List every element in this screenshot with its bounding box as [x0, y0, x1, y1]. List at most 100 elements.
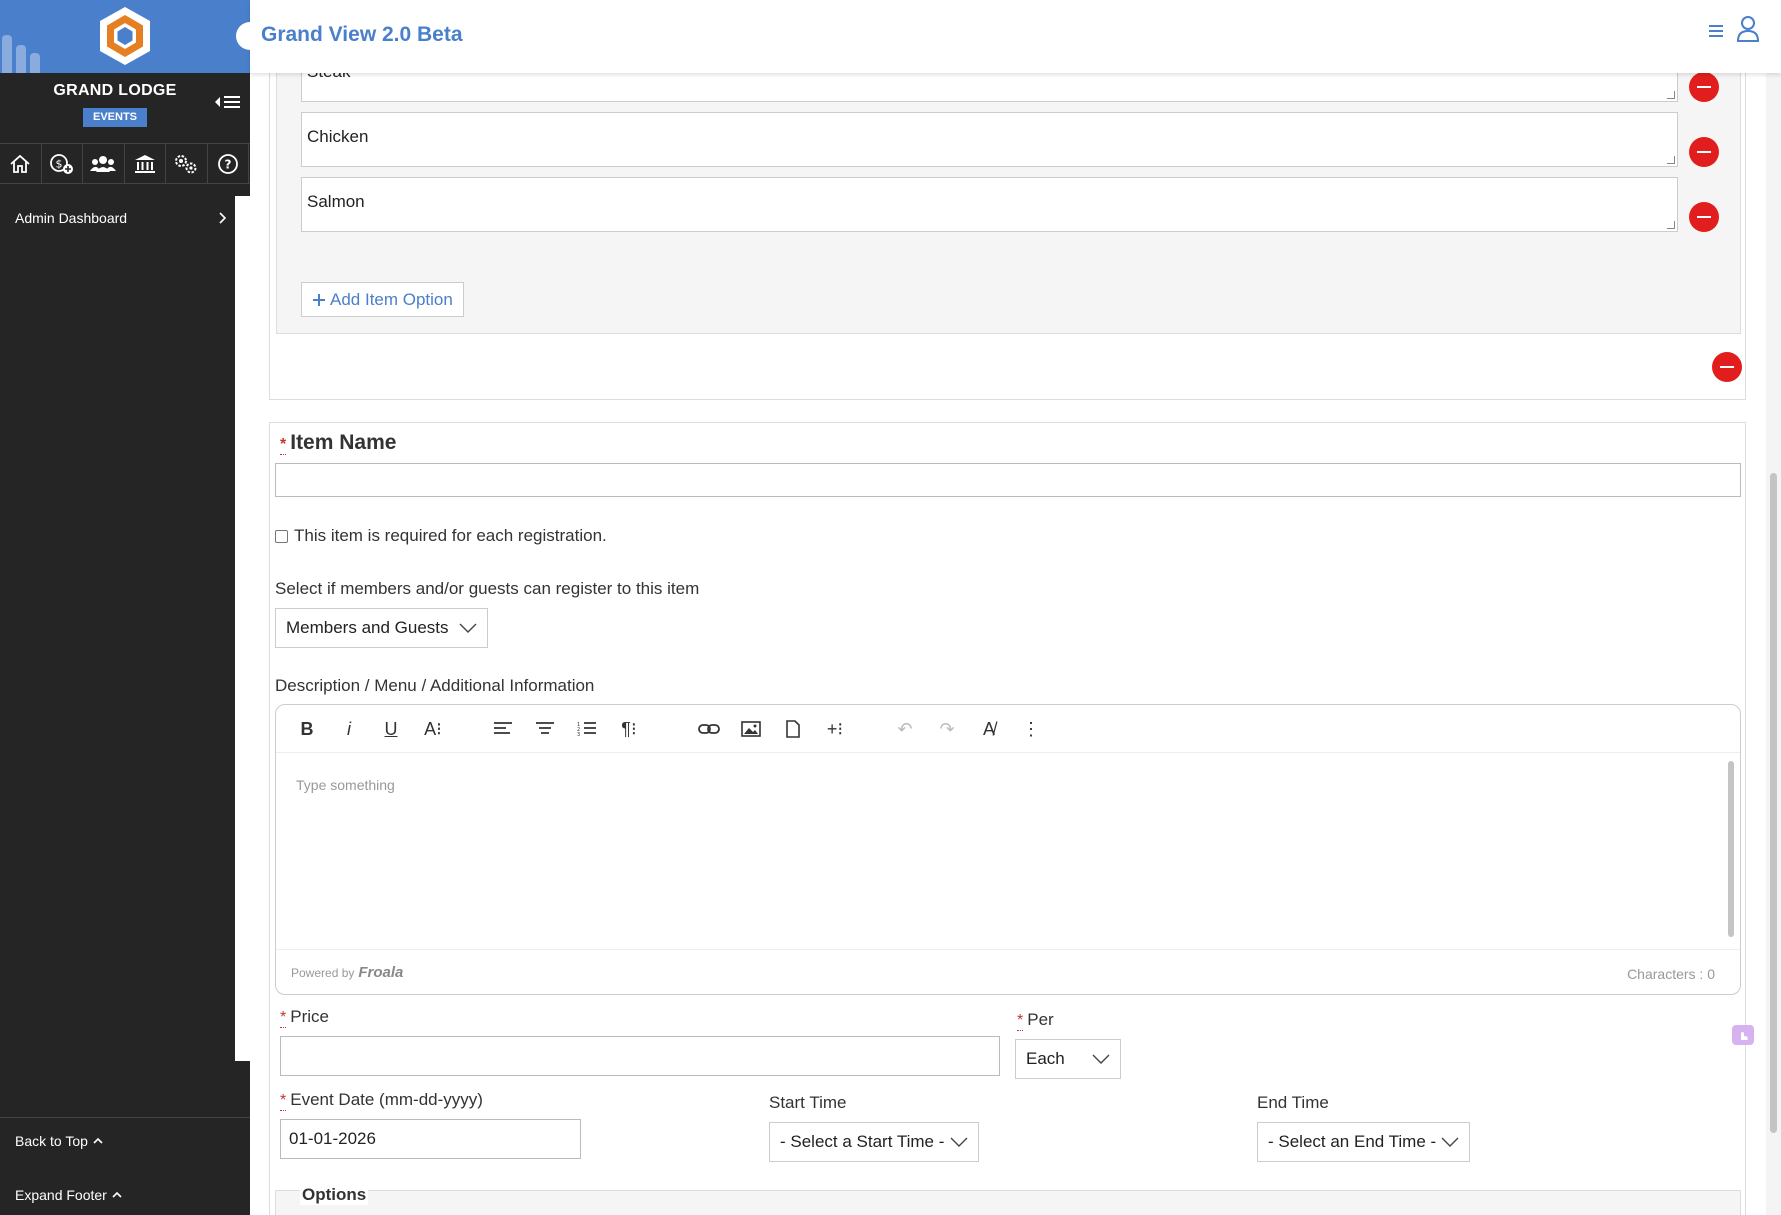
- item-option-field[interactable]: Salmon: [301, 177, 1678, 232]
- powered-by-label: Powered by: [291, 966, 355, 980]
- remove-option-button[interactable]: [1689, 202, 1719, 232]
- registrant-type-value: Members and Guests: [286, 618, 449, 637]
- start-time-label: Start Time: [769, 1093, 846, 1113]
- per-value: Each: [1026, 1049, 1065, 1068]
- registrant-type-select[interactable]: Members and Guests: [275, 608, 488, 648]
- plus-icon: [313, 293, 325, 306]
- event-date-label: * Event Date (mm-dd-yyyy): [280, 1090, 483, 1111]
- required-checkbox-label: This item is required for each registrat…: [294, 526, 607, 545]
- sidebar: GRAND LODGE EVENTS $ ? Admin Dashboard B…: [0, 0, 250, 1215]
- item-option-field[interactable]: Steak: [301, 73, 1678, 102]
- users-icon[interactable]: [83, 144, 125, 184]
- bold-icon[interactable]: B: [292, 714, 322, 744]
- powered-by[interactable]: Powered by Froala: [291, 964, 403, 981]
- editor-toolbar: B i U A⁝ 123 ¶⁝ +⁝ ↶ ↷ A̸ ⋮: [276, 705, 1740, 753]
- app-logo-icon: [100, 7, 150, 65]
- logo-area: [0, 0, 250, 73]
- required-checkbox[interactable]: [275, 529, 288, 543]
- per-label: * Per: [1017, 1010, 1054, 1031]
- sidebar-footer: [0, 1117, 250, 1118]
- home-icon[interactable]: [0, 144, 42, 184]
- remove-item-button[interactable]: [1712, 352, 1742, 382]
- editor-scrollbar[interactable]: [1728, 761, 1734, 937]
- sidebar-collapse-icon[interactable]: [212, 93, 242, 111]
- ordered-list-icon[interactable]: 123: [572, 714, 602, 744]
- remove-option-button[interactable]: [1689, 73, 1719, 102]
- chevron-down-icon: [950, 1137, 968, 1147]
- align-center-icon[interactable]: [530, 714, 560, 744]
- redo-icon[interactable]: ↷: [932, 714, 962, 744]
- svg-text:?: ?: [224, 158, 231, 172]
- settings-icon[interactable]: [166, 144, 208, 184]
- add-item-option-label: Add Item Option: [330, 289, 453, 309]
- image-icon[interactable]: [736, 714, 766, 744]
- editor-brand: Froala: [358, 964, 404, 981]
- price-input[interactable]: [280, 1036, 1000, 1076]
- underline-icon[interactable]: U: [376, 714, 406, 744]
- resize-grip-icon[interactable]: [1667, 156, 1675, 164]
- remove-option-button[interactable]: [1689, 137, 1719, 167]
- previous-item-panel: Steak Chicken Salmon Add Item Option: [269, 73, 1746, 400]
- options-legend: Options: [300, 1185, 369, 1205]
- start-time-value: - Select a Start Time -: [780, 1132, 945, 1151]
- money-add-icon[interactable]: $: [42, 144, 83, 184]
- resize-grip-icon[interactable]: [1667, 221, 1675, 229]
- event-date-input[interactable]: 01-01-2026: [280, 1119, 581, 1159]
- required-marker: *: [280, 1009, 287, 1028]
- event-date-label-text: Event Date (mm-dd-yyyy): [290, 1090, 483, 1109]
- required-checkbox-row[interactable]: This item is required for each registrat…: [275, 526, 607, 546]
- hamburger-menu-icon[interactable]: [1707, 20, 1725, 42]
- page-scrollbar-thumb[interactable]: [1770, 473, 1777, 1133]
- item-panel: * Item Name This item is required for ea…: [269, 422, 1746, 1215]
- chevron-down-icon: [459, 623, 477, 633]
- add-item-option-button[interactable]: Add Item Option: [301, 282, 464, 317]
- chevron-up-icon: [112, 1191, 122, 1198]
- per-select[interactable]: Each: [1015, 1039, 1121, 1079]
- chevron-down-icon: [1092, 1054, 1110, 1064]
- description-label: Description / Menu / Additional Informat…: [275, 676, 595, 695]
- item-option-field[interactable]: Chicken: [301, 112, 1678, 167]
- price-label: * Price: [280, 1007, 329, 1028]
- item-name-label: * Item Name: [280, 431, 396, 455]
- feedback-widget-icon[interactable]: [1732, 1025, 1754, 1045]
- main-content: Steak Chicken Salmon Add Item Option: [250, 73, 1766, 1215]
- price-label-text: Price: [290, 1007, 329, 1026]
- link-icon[interactable]: [694, 714, 724, 744]
- insert-more-icon[interactable]: +⁝: [820, 714, 850, 744]
- required-marker: *: [280, 1092, 287, 1111]
- org-name: GRAND LODGE: [53, 82, 177, 99]
- spell-check-icon[interactable]: A̸: [974, 714, 1004, 744]
- help-icon[interactable]: ?: [208, 144, 249, 184]
- per-label-text: Per: [1027, 1010, 1054, 1029]
- bank-icon[interactable]: [125, 144, 166, 184]
- user-profile-icon[interactable]: [1736, 15, 1760, 43]
- resize-grip-icon[interactable]: [1667, 91, 1675, 99]
- back-to-top-label: Back to Top: [15, 1133, 88, 1149]
- expand-footer-link[interactable]: Expand Footer: [15, 1187, 123, 1203]
- align-left-icon[interactable]: [488, 714, 518, 744]
- item-name-label-text: Item Name: [290, 431, 397, 454]
- end-time-select[interactable]: - Select an End Time -: [1257, 1122, 1470, 1162]
- back-to-top-link[interactable]: Back to Top: [15, 1133, 104, 1149]
- start-time-select[interactable]: - Select a Start Time -: [769, 1122, 979, 1162]
- chevron-right-icon: [219, 212, 227, 224]
- start-time-label-text: Start Time: [769, 1093, 847, 1112]
- sidebar-item-admin-dashboard[interactable]: Admin Dashboard: [0, 205, 235, 231]
- item-option-value: Steak: [307, 73, 350, 81]
- options-fieldset: Options: [275, 1185, 1741, 1215]
- more-vertical-icon[interactable]: ⋮: [1016, 714, 1046, 744]
- file-icon[interactable]: [778, 714, 808, 744]
- header-notch: [236, 22, 264, 50]
- rich-text-editor: B i U A⁝ 123 ¶⁝ +⁝ ↶ ↷ A̸ ⋮ Type somethi…: [275, 704, 1741, 995]
- item-name-input[interactable]: [275, 463, 1741, 497]
- org-badge: EVENTS: [83, 108, 147, 127]
- end-time-label-text: End Time: [1257, 1093, 1329, 1112]
- editor-footer: Powered by Froala Characters : 0: [276, 949, 1740, 994]
- undo-icon[interactable]: ↶: [890, 714, 920, 744]
- page-scrollbar[interactable]: [1766, 73, 1781, 1215]
- italic-icon[interactable]: i: [334, 714, 364, 744]
- chevron-up-icon: [93, 1137, 103, 1144]
- font-size-icon[interactable]: A⁝: [418, 714, 448, 744]
- editor-content[interactable]: Type something: [276, 753, 1722, 949]
- paragraph-format-icon[interactable]: ¶⁝: [614, 714, 644, 744]
